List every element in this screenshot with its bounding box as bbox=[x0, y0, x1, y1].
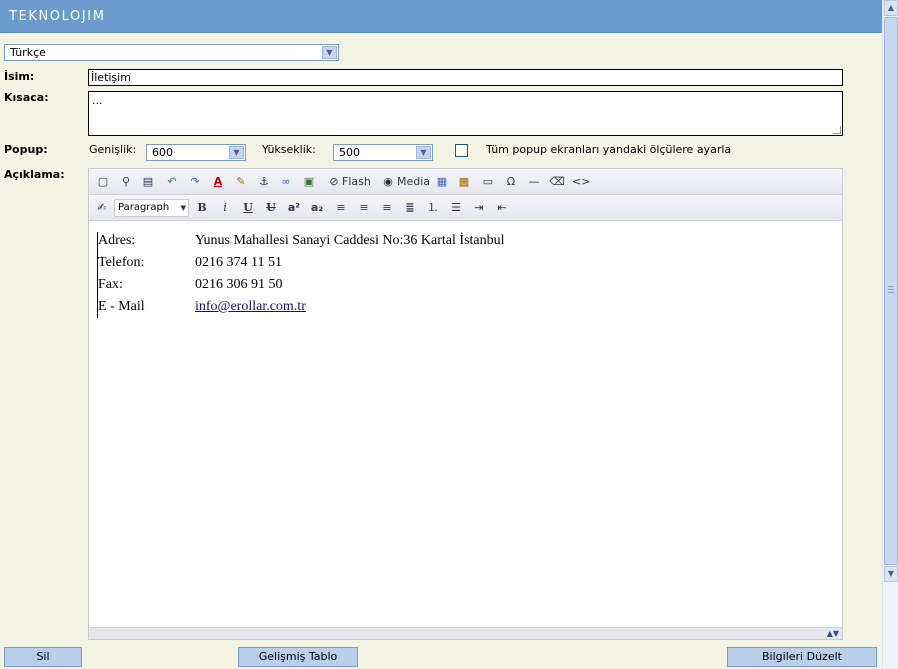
editor-toolbar-top: ▢ ⚲ ▤ ↶ ↷ A ✎ ⚓ ∞ ▣ ⊘ Flash ◉ Media ▦ ▩ … bbox=[89, 169, 842, 195]
bold-icon[interactable]: B bbox=[194, 200, 210, 216]
popup-checkbox-label: Tüm popup ekranları yandaki ölçülere aya… bbox=[486, 143, 732, 156]
undo-icon[interactable]: ↶ bbox=[164, 174, 180, 190]
name-label: İsim: bbox=[4, 70, 35, 83]
special-char-icon[interactable]: Ω bbox=[503, 174, 519, 190]
fax-value: 0216 306 91 50 bbox=[195, 277, 283, 292]
template-icon[interactable]: ▭ bbox=[480, 174, 496, 190]
email-link[interactable]: info@erollar.com.tr bbox=[195, 296, 306, 318]
address-key: Adres: bbox=[98, 233, 136, 248]
horizontal-rule-icon[interactable]: — bbox=[526, 174, 542, 190]
description-label: Açıklama: bbox=[4, 168, 65, 181]
chevron-down-icon[interactable]: ▼ bbox=[416, 146, 431, 159]
address-value: Yunus Mahallesi Sanayi Caddesi No:36 Kar… bbox=[195, 233, 505, 248]
superscript-icon[interactable]: a² bbox=[286, 200, 302, 216]
summary-label: Kısaca: bbox=[4, 91, 49, 104]
rich-text-editor[interactable]: ▢ ⚲ ▤ ↶ ↷ A ✎ ⚓ ∞ ▣ ⊘ Flash ◉ Media ▦ ▩ … bbox=[88, 168, 843, 640]
editor-content[interactable]: Adres: Yunus Mahallesi Sanayi Caddesi No… bbox=[89, 222, 842, 627]
eraser-icon[interactable]: ⌫ bbox=[549, 174, 565, 190]
media-label[interactable]: Media bbox=[397, 174, 430, 190]
scroll-thumb[interactable] bbox=[884, 17, 898, 565]
editor-toolbar-bottom: ✍ Paragraph ▼ B i U U a² a₂ ≡ ≡ ≡ ≣ ⒈ ☰ … bbox=[89, 195, 842, 221]
subscript-icon[interactable]: a₂ bbox=[309, 200, 325, 216]
popup-all-checkbox[interactable] bbox=[455, 144, 468, 157]
height-select[interactable]: 500 ▼ bbox=[333, 144, 433, 161]
delete-button[interactable]: Sil bbox=[4, 647, 82, 667]
italic-icon[interactable]: i bbox=[217, 200, 233, 216]
anchor-icon[interactable]: ⚓ bbox=[256, 174, 272, 190]
editor-statusbar: ▲▼ bbox=[89, 627, 842, 639]
image-icon[interactable]: ▣ bbox=[301, 174, 317, 190]
chevron-down-icon[interactable]: ▼ bbox=[229, 146, 244, 159]
width-select-value: 600 bbox=[152, 146, 173, 159]
align-right-icon[interactable]: ≡ bbox=[379, 200, 395, 216]
find-icon[interactable]: ⚲ bbox=[118, 174, 134, 190]
paste-icon[interactable]: ▤ bbox=[140, 174, 156, 190]
source-code-icon[interactable]: <> bbox=[572, 174, 590, 190]
header-bar: TEKNOLOJIM bbox=[0, 0, 882, 33]
width-select[interactable]: 600 ▼ bbox=[146, 144, 246, 161]
fax-key: Fax: bbox=[98, 277, 123, 292]
resize-handle-icon[interactable] bbox=[833, 126, 841, 134]
table-icon[interactable]: ▦ bbox=[434, 174, 450, 190]
summary-text: ... bbox=[92, 94, 103, 107]
align-left-icon[interactable]: ≡ bbox=[333, 200, 349, 216]
edit-style-icon[interactable]: ✍ bbox=[94, 200, 110, 216]
outdent-icon[interactable]: ⇤ bbox=[494, 200, 510, 216]
align-center-icon[interactable]: ≡ bbox=[356, 200, 372, 216]
flash-icon[interactable]: ⊘ bbox=[326, 174, 342, 190]
indent-icon[interactable]: ⇥ bbox=[471, 200, 487, 216]
name-field[interactable]: İletişim bbox=[88, 69, 843, 86]
advanced-table-button[interactable]: Gelişmiş Tablo bbox=[238, 647, 358, 667]
phone-value: 0216 374 11 51 bbox=[195, 255, 282, 270]
ordered-list-icon[interactable]: ⒈ bbox=[425, 200, 441, 216]
underline-icon[interactable]: U bbox=[240, 200, 256, 216]
update-button[interactable]: Bilgileri Düzelt bbox=[727, 647, 877, 667]
scroll-down-icon[interactable]: ▼ bbox=[884, 566, 898, 582]
chevron-down-icon[interactable]: ▼ bbox=[322, 46, 337, 59]
width-label: Genişlik: bbox=[89, 143, 137, 156]
format-select-value: Paragraph bbox=[118, 202, 170, 213]
table-edit-icon[interactable]: ▩ bbox=[456, 174, 472, 190]
language-select[interactable]: Türkçe ▼ bbox=[4, 44, 339, 61]
popup-label: Popup: bbox=[4, 143, 48, 156]
strikethrough-icon[interactable]: U bbox=[263, 200, 279, 216]
height-label: Yükseklik: bbox=[262, 143, 316, 156]
chevron-down-icon[interactable]: ▼ bbox=[181, 200, 186, 216]
resize-arrows-icon[interactable]: ▲▼ bbox=[827, 628, 839, 640]
flash-label[interactable]: Flash bbox=[342, 174, 371, 190]
redo-icon[interactable]: ↷ bbox=[187, 174, 203, 190]
height-select-value: 500 bbox=[339, 146, 360, 159]
highlight-color-icon[interactable]: ✎ bbox=[233, 174, 249, 190]
align-justify-icon[interactable]: ≣ bbox=[402, 200, 418, 216]
language-select-value: Türkçe bbox=[10, 46, 46, 59]
link-icon[interactable]: ∞ bbox=[278, 174, 294, 190]
page-scrollbar[interactable]: ▲ ▼ bbox=[882, 0, 898, 669]
phone-key: Telefon: bbox=[98, 255, 145, 270]
media-icon[interactable]: ◉ bbox=[380, 174, 396, 190]
unordered-list-icon[interactable]: ☰ bbox=[448, 200, 464, 216]
format-select[interactable]: Paragraph ▼ bbox=[114, 199, 189, 217]
text-color-icon[interactable]: A bbox=[210, 174, 226, 190]
scroll-up-icon[interactable]: ▲ bbox=[884, 0, 898, 16]
logo: TEKNOLOJIM bbox=[9, 9, 106, 24]
new-document-icon[interactable]: ▢ bbox=[95, 174, 111, 190]
email-key: E - Mail bbox=[98, 299, 145, 314]
summary-textarea[interactable]: ... bbox=[88, 91, 843, 136]
